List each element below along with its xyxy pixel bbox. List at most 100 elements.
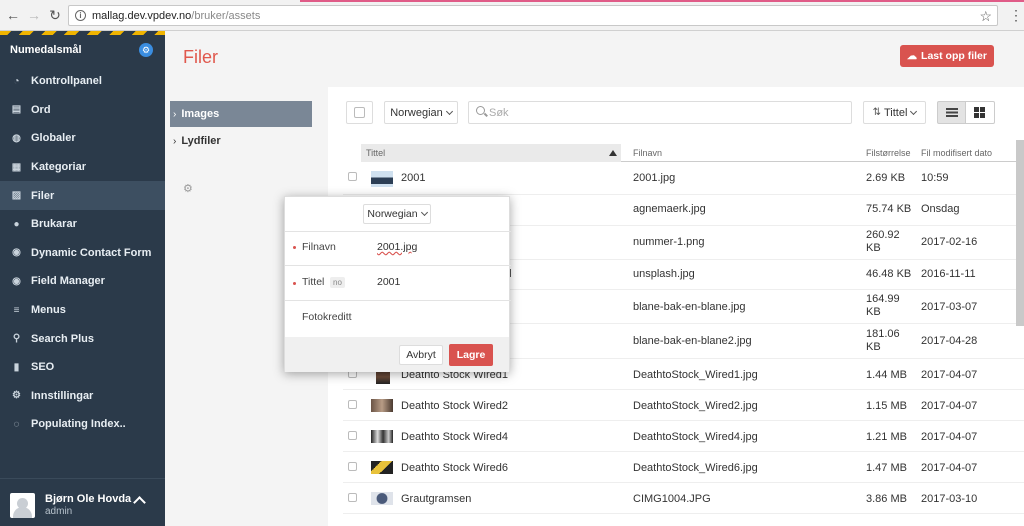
site-name[interactable]: Numedalsmål (10, 44, 82, 56)
column-header-filename[interactable]: Filnavn (633, 148, 662, 158)
sidebar-item-globaler[interactable]: ◍ Globaler (0, 124, 165, 153)
chevron-up-icon[interactable] (133, 496, 146, 509)
table-row[interactable]: Grautgramsen CIMG1004.JPG 3.86 MB 2017-0… (343, 483, 1024, 514)
user-menu[interactable]: Bjørn Ole Hovda admin (0, 478, 165, 526)
select-all-checkbox[interactable] (346, 101, 373, 124)
table-row[interactable]: Deathto Stock Wired4 DeathtoStock_Wired4… (343, 421, 1024, 452)
fields-icon: ◉ (12, 275, 21, 287)
browser-menu-icon[interactable]: ⋮ (1009, 7, 1023, 24)
list-view-button[interactable] (937, 101, 966, 124)
avatar (10, 493, 35, 518)
folder-images[interactable]: › Images (170, 101, 312, 127)
sidebar-item-populating-index[interactable]: ◌ Populating Index.. (0, 410, 165, 439)
required-indicator (293, 246, 296, 249)
reload-icon[interactable]: ↻ (48, 8, 62, 22)
sidebar-item-innstillingar[interactable]: ⚙ Innstillingar (0, 382, 165, 411)
globe-badge-icon[interactable]: ⚙ (139, 43, 153, 57)
thumbnail (371, 461, 393, 474)
photo-credit-label[interactable]: Fotokreditt (302, 311, 352, 323)
document-icon: ▤ (11, 104, 22, 116)
required-indicator (293, 282, 296, 285)
column-header-size[interactable]: Filstørrelse (866, 148, 911, 158)
sidebar-item-kategoriar[interactable]: ▦ Kategoriar (0, 153, 165, 182)
search-icon: ⚲ (12, 333, 21, 345)
search-box[interactable] (468, 101, 852, 124)
divider (285, 265, 511, 266)
form-icon: ◉ (12, 247, 21, 259)
sidebar-item-search-plus[interactable]: ⚲ Search Plus (0, 324, 165, 353)
address-bar[interactable]: i mallag.dev.vpdev.no/bruker/assets ☆ (68, 5, 998, 26)
row-checkbox[interactable] (348, 172, 357, 181)
sidebar-item-brukarar[interactable]: ● Brukarar (0, 210, 165, 239)
save-button[interactable]: Lagre (449, 344, 493, 366)
forward-icon[interactable]: → (27, 8, 41, 22)
sidebar-item-ord[interactable]: ▤ Ord (0, 96, 165, 125)
row-checkbox[interactable] (348, 400, 357, 409)
thumbnail (371, 492, 393, 505)
category-icon: ▦ (11, 161, 22, 173)
sidebar: Numedalsmål ⚙ ◔ Kontrollpanel ▤ Ord ◍ Globa… (0, 31, 165, 526)
language-select[interactable]: Norwegian (384, 101, 458, 124)
grid-icon (974, 107, 985, 118)
folder-lydfiler[interactable]: › Lydfiler (170, 128, 312, 154)
users-icon: ● (13, 218, 20, 230)
user-role: admin (45, 506, 73, 517)
page-title: Filer (183, 47, 218, 67)
sidebar-item-kontrollpanel[interactable]: ◔ Kontrollpanel (0, 67, 165, 96)
row-checkbox[interactable] (348, 462, 357, 471)
list-icon (946, 108, 958, 117)
thumbnail (371, 430, 393, 443)
column-header-title-bg (361, 144, 621, 162)
back-icon[interactable]: ← (6, 8, 20, 22)
modal-footer: Avbryt Lagre (285, 337, 509, 372)
chevron-right-icon: › (173, 108, 177, 120)
chevron-down-icon (420, 208, 428, 217)
title-label: Tittel (302, 276, 325, 288)
chevron-down-icon (910, 107, 918, 115)
filename-label: Filnavn (302, 241, 336, 253)
spinner-icon: ◌ (13, 418, 20, 430)
globe-icon: ◍ (12, 132, 21, 144)
image-icon: ▨ (11, 190, 22, 202)
url-text[interactable]: mallag.dev.vpdev.no/bruker/assets (92, 10, 260, 22)
chart-icon: ▮ (13, 361, 20, 373)
cloud-upload-icon: ☁ (907, 50, 918, 62)
table-row[interactable]: 2001 2001.jpg 2.69 KB 10:59 (343, 163, 1024, 195)
dashboard-icon: ◔ (13, 75, 20, 87)
sidebar-item-menus[interactable]: ≡ Menus (0, 296, 165, 325)
table-row[interactable]: Deathto Stock Wired6 DeathtoStock_Wired6… (343, 452, 1024, 483)
bookmark-star-icon[interactable]: ☆ (979, 8, 992, 25)
gear-icon[interactable]: ⚙ (183, 182, 193, 195)
sidebar-item-dynamic-contact-form[interactable]: ◉ Dynamic Contact Form (0, 239, 165, 268)
info-icon[interactable]: i (75, 10, 86, 21)
upload-files-button[interactable]: ☁ Last opp filer (900, 45, 994, 67)
title-field[interactable]: 2001 (377, 276, 400, 288)
search-input[interactable] (489, 105, 839, 120)
scrollbar[interactable] (1016, 140, 1024, 326)
sidebar-item-field-manager[interactable]: ◉ Field Manager (0, 267, 165, 296)
language-badge: no (330, 277, 345, 288)
column-header-title[interactable]: Tittel (366, 148, 385, 158)
user-name: Bjørn Ole Hovda (45, 493, 132, 505)
table-row[interactable]: Deathto Stock Wired2 DeathtoStock_Wired2… (343, 390, 1024, 421)
menu-icon: ≡ (13, 304, 20, 316)
row-checkbox[interactable] (348, 493, 357, 502)
row-checkbox[interactable] (348, 431, 357, 440)
cancel-button[interactable]: Avbryt (399, 345, 443, 365)
thumbnail (371, 399, 393, 412)
sort-select[interactable]: ⇅ Tittel (863, 101, 926, 124)
sidebar-item-seo[interactable]: ▮ SEO (0, 353, 165, 382)
edit-file-modal: Norwegian Filnavn 2001.jpg Tittel no 200… (284, 196, 511, 372)
sort-icon: ⇅ (872, 107, 881, 118)
modal-language-select[interactable]: Norwegian (363, 204, 431, 224)
column-header-modified[interactable]: Fil modifisert dato (921, 148, 992, 158)
tab-indicator (300, 0, 1024, 2)
filename-field[interactable]: 2001.jpg (377, 241, 417, 253)
page-header: Filer ☁ Last opp filer (165, 31, 1024, 87)
chevron-down-icon (445, 107, 453, 115)
browser-toolbar: ← → ↻ i mallag.dev.vpdev.no/bruker/asset… (0, 0, 1024, 31)
grid-view-button[interactable] (966, 101, 995, 124)
sidebar-nav: ◔ Kontrollpanel ▤ Ord ◍ Globaler ▦ Kategoria… (0, 67, 165, 439)
sidebar-item-filer[interactable]: ▨ Filer (0, 181, 165, 210)
sort-ascending-icon[interactable] (609, 150, 617, 156)
